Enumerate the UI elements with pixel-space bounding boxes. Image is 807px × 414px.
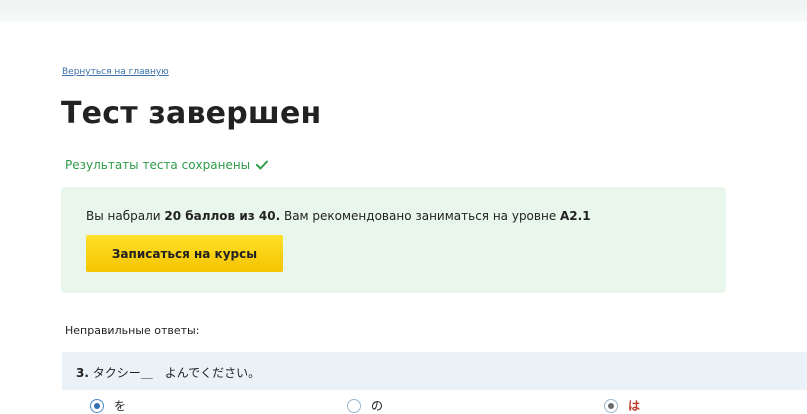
back-to-home-link[interactable]: Вернуться на главную bbox=[62, 67, 169, 77]
wrong-answers-heading: Неправильные ответы: bbox=[65, 324, 200, 337]
saved-status-text: Результаты теста сохранены bbox=[65, 158, 251, 172]
answer-option[interactable]: を bbox=[90, 397, 126, 414]
score-middle: Вам рекомендовано заниматься на уровне bbox=[280, 209, 561, 223]
top-header-bar bbox=[0, 0, 807, 22]
enroll-courses-button[interactable]: Записаться на курсы bbox=[86, 235, 283, 272]
score-value: 20 баллов из 40. bbox=[164, 209, 281, 223]
result-panel: Вы набрали 20 баллов из 40. Вам рекоменд… bbox=[61, 187, 726, 293]
answer-option-label: を bbox=[114, 399, 127, 413]
radio-selected-icon[interactable] bbox=[90, 398, 104, 413]
score-prefix: Вы набрали bbox=[86, 209, 165, 223]
answer-option[interactable]: の bbox=[347, 397, 383, 414]
question-text: 3. タクシー＿ よんでください。 bbox=[76, 364, 260, 381]
question-header: 3. タクシー＿ よんでください。 bbox=[62, 352, 807, 390]
question-body: タクシー＿ よんでください。 bbox=[88, 366, 261, 380]
recommended-level: A2.1 bbox=[560, 209, 591, 223]
answer-option-label: の bbox=[371, 399, 384, 413]
page-title: Тест завершен bbox=[61, 96, 322, 131]
answer-option-label: は bbox=[628, 399, 641, 413]
radio-user-choice-icon[interactable] bbox=[604, 398, 618, 413]
saved-status: Результаты теста сохранены bbox=[65, 158, 269, 172]
answer-option[interactable]: は bbox=[604, 397, 640, 414]
score-summary: Вы набрали 20 баллов из 40. Вам рекоменд… bbox=[86, 209, 591, 223]
radio-unselected-icon[interactable] bbox=[347, 398, 361, 413]
question-number: 3. bbox=[76, 366, 89, 380]
checkmark-icon bbox=[256, 160, 269, 170]
